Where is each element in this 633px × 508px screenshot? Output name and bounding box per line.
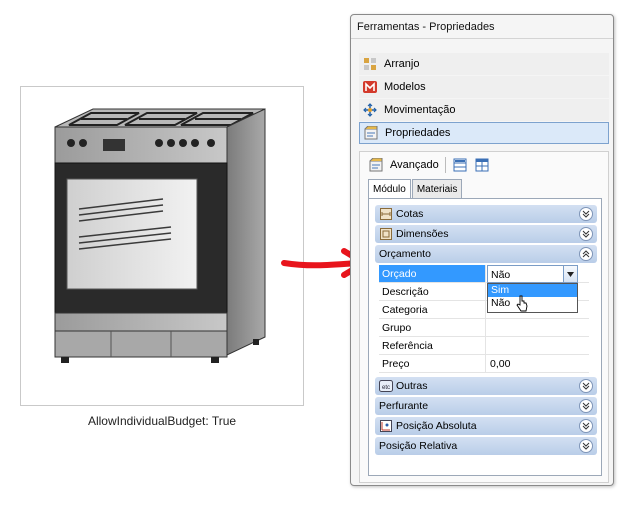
nav-item-propriedades[interactable]: Propriedades [359,122,609,144]
section-perfurante[interactable]: Perfurante [375,397,597,415]
dropdown-option-nao[interactable]: Não [488,297,577,310]
section-label: Posição Absoluta [396,420,477,432]
nav-item-modelos[interactable]: Modelos [359,76,609,98]
section-posicao-absoluta[interactable]: Posição Absoluta [375,417,597,435]
expand-chevron-icon[interactable] [579,207,593,221]
stove-image-frame [20,86,304,406]
section-label: Posição Relativa [379,440,458,452]
grid-view-icon[interactable] [474,157,490,173]
dropdown-arrow-icon[interactable] [563,266,577,282]
move-icon [362,102,378,118]
advanced-button[interactable]: Avançado [390,159,439,171]
prop-name: Preço [379,355,486,372]
models-icon [362,79,378,95]
expand-chevron-icon[interactable] [579,439,593,453]
expand-chevron-icon[interactable] [579,379,593,393]
prop-value[interactable] [486,337,589,354]
section-label: Orçamento [379,248,431,260]
prop-name: Orçado [379,265,486,282]
nav-item-movimentacao[interactable]: Movimentação [359,99,609,121]
nav-item-label: Movimentação [384,104,456,116]
absolute-position-icon [379,419,393,433]
tools-nav: Arranjo Modelos Movimentação Propriedade… [359,53,609,145]
image-caption: AllowIndividualBudget: True [87,414,237,428]
properties-panel: Avançado Módulo Materiais Cotas Dimensõe… [359,151,609,483]
section-outras[interactable]: etc Outras [375,377,597,395]
nav-item-arranjo[interactable]: Arranjo [359,53,609,75]
prop-name: Categoria [379,301,486,318]
dropdown-option-sim[interactable]: Sim [488,284,577,297]
budget-property-grid: Orçado Não Sim Não Descrição Categoria G… [379,265,589,373]
categorized-view-icon[interactable] [452,157,468,173]
tab-materiais[interactable]: Materiais [411,179,463,198]
arrangement-icon [362,56,378,72]
select-value: Não [491,269,511,281]
panel-toolbar: Avançado [360,152,608,178]
section-label: Dimensões [396,228,449,240]
tab-strip: Módulo Materiais [368,179,463,199]
expand-chevron-icon[interactable] [579,227,593,241]
nav-item-label: Modelos [384,81,426,93]
window-title: Ferramentas - Propriedades [351,15,613,39]
prop-row-grupo[interactable]: Grupo [379,319,589,337]
section-label: Cotas [396,208,424,220]
section-posicao-relativa[interactable]: Posição Relativa [375,437,597,455]
etc-icon: etc [379,379,393,393]
section-label: Outras [396,380,428,392]
prop-row-orcado[interactable]: Orçado Não Sim Não [379,265,589,313]
tab-body: Cotas Dimensões Orçamento Orçado Não Sim… [368,198,602,476]
toolbar-separator [444,157,446,173]
orcado-select[interactable]: Não [487,265,578,283]
dimensoes-icon [379,227,393,241]
prop-value[interactable] [486,319,589,336]
nav-item-label: Propriedades [385,127,451,139]
tab-modulo[interactable]: Módulo [368,179,411,199]
stove-image [54,108,266,363]
properties-icon [363,125,379,141]
orcado-dropdown-list: Sim Não [487,283,578,313]
mouse-pointer-icon [516,295,528,312]
svg-text:etc: etc [382,385,390,391]
expand-chevron-icon[interactable] [579,419,593,433]
section-label: Perfurante [379,400,429,412]
collapse-chevron-icon[interactable] [579,247,593,261]
section-dimensoes[interactable]: Dimensões [375,225,597,243]
advanced-properties-icon [368,157,384,173]
cotas-icon [379,207,393,221]
section-orcamento[interactable]: Orçamento [375,245,597,263]
expand-chevron-icon[interactable] [579,399,593,413]
prop-row-preco[interactable]: Preço 0,00 [379,355,589,373]
prop-row-referencia[interactable]: Referência [379,337,589,355]
section-cotas[interactable]: Cotas [375,205,597,223]
prop-value[interactable]: 0,00 [486,355,589,372]
prop-name: Referência [379,337,486,354]
prop-name: Descrição [379,283,486,300]
nav-item-label: Arranjo [384,58,420,70]
properties-window: Ferramentas - Propriedades Arranjo Model… [350,14,614,486]
prop-name: Grupo [379,319,486,336]
